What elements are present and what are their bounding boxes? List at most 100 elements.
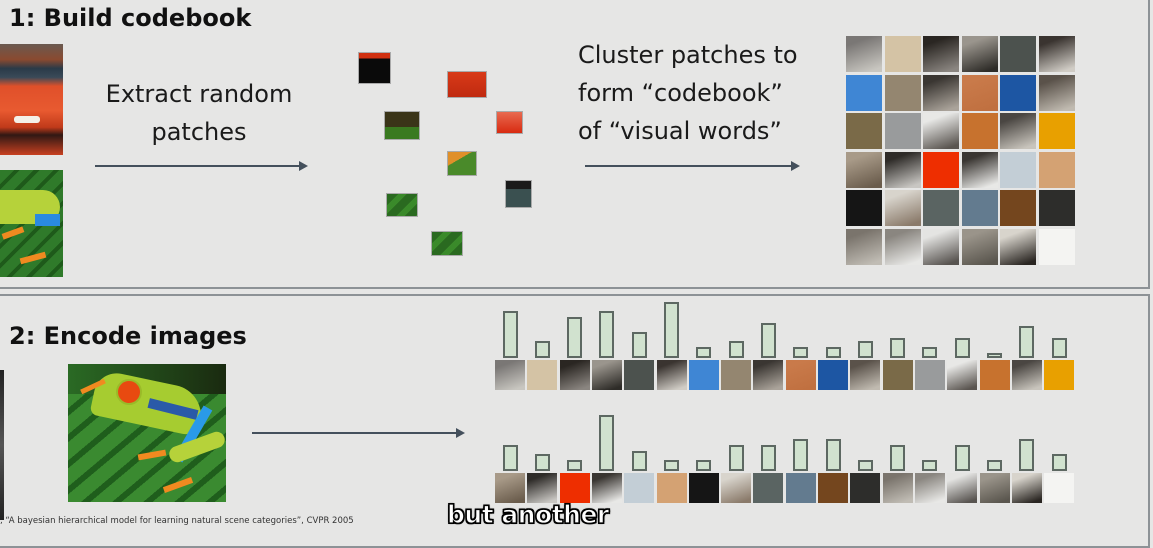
- arrow-right-icon: [585, 161, 800, 171]
- histogram-bar: [664, 460, 679, 471]
- extract-caption: Extract random patches: [97, 75, 301, 151]
- histogram-word-patch: [721, 360, 752, 390]
- frog-image: [68, 364, 226, 502]
- histogram-bar: [502, 445, 518, 471]
- codebook-word: [1039, 190, 1075, 227]
- histogram-word-patch: [785, 360, 816, 390]
- histogram-word-patch: [785, 473, 816, 503]
- histogram-word-patch: [979, 360, 1010, 390]
- codebook-word: [1039, 229, 1075, 265]
- frog-image: [0, 170, 63, 277]
- histogram-word-patch: [850, 473, 881, 503]
- codebook-word: [961, 229, 998, 265]
- codebook-word: [884, 229, 921, 265]
- histogram-word-patch: [559, 473, 590, 503]
- histogram-word-patch: [721, 473, 752, 503]
- extract-caption-line: Extract random: [105, 80, 293, 108]
- codebook-word: [923, 113, 960, 150]
- image-patch: [358, 52, 391, 84]
- histogram-word-patch: [527, 473, 558, 503]
- step1-title: 1: Build codebook: [9, 4, 252, 32]
- codebook-word: [923, 74, 960, 111]
- histogram-bar: [567, 317, 583, 358]
- histogram-bar: [922, 347, 938, 358]
- codebook-word: [961, 190, 998, 227]
- histogram-word-patch: [914, 360, 945, 390]
- histogram-word-patch: [1011, 360, 1042, 390]
- extract-caption-line: patches: [151, 118, 247, 146]
- histogram-word-patch: [656, 473, 687, 503]
- codebook-word: [961, 151, 998, 188]
- codebook-word: [923, 229, 960, 265]
- image-patch: [384, 111, 420, 140]
- edge-image-fragment: [0, 370, 4, 520]
- histogram-bar: [567, 460, 583, 471]
- histogram-word-patch: [818, 360, 848, 390]
- histogram-word-patch: [1044, 360, 1075, 390]
- image-patch: [447, 71, 487, 98]
- codebook-word: [884, 113, 921, 150]
- codebook-word: [1000, 151, 1037, 188]
- histogram-bar: [502, 311, 518, 358]
- histogram-word-patch: [979, 473, 1010, 503]
- histogram-word-patch: [688, 473, 719, 503]
- histogram-word-patch: [947, 473, 978, 503]
- video-subtitle: but another: [446, 499, 609, 529]
- histogram-bar: [987, 353, 1002, 358]
- codebook-word: [846, 74, 882, 111]
- histogram-word-patch: [591, 360, 622, 390]
- histogram-word-patch: [818, 473, 848, 503]
- codebook-word: [961, 74, 998, 111]
- histogram-word-patch: [495, 473, 525, 503]
- codebook-word: [1039, 113, 1075, 150]
- citation: , “A bayesian hierarchical model for lea…: [0, 516, 354, 526]
- histogram-bar: [599, 415, 615, 471]
- codebook-word: [961, 113, 998, 150]
- histogram-bar: [825, 347, 841, 358]
- histogram-bar: [857, 460, 873, 471]
- codebook-word: [884, 151, 921, 188]
- histogram-bar: [1019, 439, 1035, 471]
- histogram-word-patch: [527, 360, 558, 390]
- histogram-word-patch: [656, 360, 687, 390]
- histogram-bar: [728, 445, 744, 471]
- cluster-caption: Cluster patches to form “codebook” of “v…: [578, 36, 798, 150]
- codebook-word: [846, 151, 882, 188]
- histogram-bar: [890, 338, 906, 358]
- codebook-word: [846, 229, 882, 265]
- histogram-word-patch: [559, 360, 590, 390]
- histogram-bar: [760, 445, 776, 471]
- cluster-caption-line: form “codebook”: [578, 79, 783, 107]
- image-patch: [431, 231, 463, 256]
- arrow-right-icon: [95, 161, 308, 171]
- codebook-word: [1000, 113, 1037, 150]
- histogram-word-patch: [624, 473, 655, 503]
- histogram-bar: [760, 323, 776, 358]
- histogram-word-patch: [591, 473, 622, 503]
- codebook-word: [884, 36, 921, 72]
- histogram-word-patch: [688, 360, 719, 390]
- histogram-word-patch: [753, 473, 784, 503]
- cluster-caption-line: Cluster patches to: [578, 41, 798, 69]
- codebook-word: [884, 190, 921, 227]
- histogram-bar: [696, 347, 712, 358]
- codebook-word: [923, 151, 960, 188]
- codebook-word: [1000, 74, 1037, 111]
- histogram-word-patch: [1044, 473, 1075, 503]
- histogram-bar: [664, 302, 679, 358]
- codebook-word: [884, 74, 921, 111]
- codebook-word: [923, 36, 960, 72]
- codebook-word: [846, 113, 882, 150]
- histogram-bar: [696, 460, 712, 471]
- histogram-bar: [857, 341, 873, 358]
- image-patch: [505, 180, 532, 208]
- histogram-bar: [534, 454, 550, 471]
- codebook-word: [1000, 190, 1037, 227]
- cluster-caption-line: of “visual words”: [578, 117, 782, 145]
- histogram-word-patch: [850, 360, 881, 390]
- histogram-bar: [1019, 326, 1035, 358]
- histogram-word-patch: [914, 473, 945, 503]
- histogram-word-patch: [882, 360, 913, 390]
- image-patch: [386, 193, 418, 217]
- histogram-word-patch: [624, 360, 655, 390]
